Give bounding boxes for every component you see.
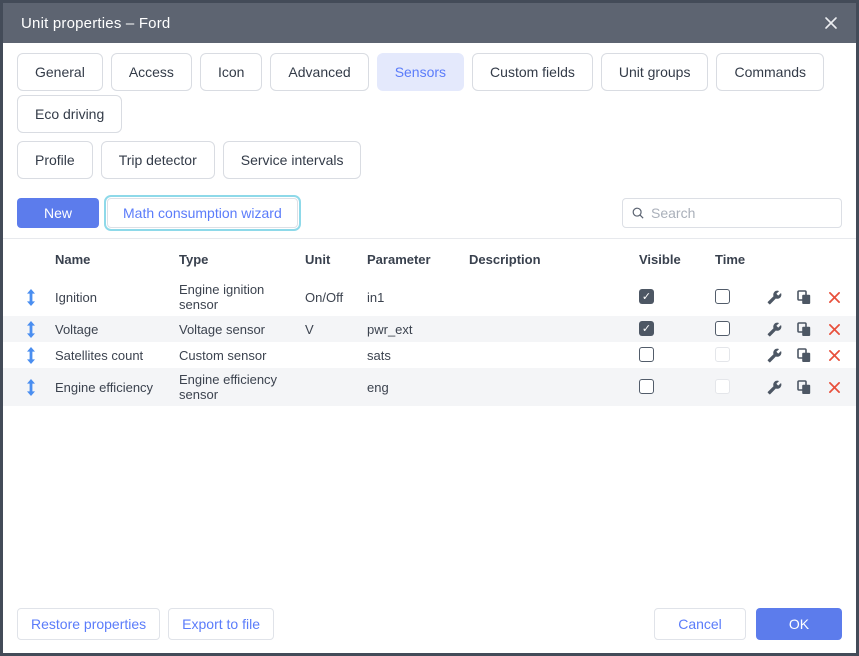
cancel-button[interactable]: Cancel	[654, 608, 746, 640]
sensor-parameter: eng	[367, 380, 469, 395]
sensor-name: Ignition	[55, 290, 179, 305]
dialog-footer: Restore properties Export to file Cancel…	[3, 598, 856, 653]
sensor-unit: On/Off	[305, 290, 367, 305]
dialog-title: Unit properties – Ford	[21, 15, 170, 32]
ok-button[interactable]: OK	[756, 608, 842, 640]
sensor-parameter: pwr_ext	[367, 322, 469, 337]
tab-service-intervals[interactable]: Service intervals	[223, 141, 362, 179]
copy-icon	[797, 322, 811, 337]
delete-x-icon	[829, 324, 840, 335]
sensor-name: Satellites count	[55, 348, 179, 363]
sensor-parameter: in1	[367, 290, 469, 305]
wrench-icon	[767, 290, 782, 305]
sensor-type: Voltage sensor	[179, 322, 305, 337]
header-unit: Unit	[305, 252, 367, 267]
time-checkbox[interactable]	[715, 379, 730, 394]
wrench-icon	[767, 348, 782, 363]
delete-sensor-button[interactable]	[819, 382, 850, 393]
edit-sensor-button[interactable]	[759, 348, 789, 363]
drag-arrows-icon	[26, 321, 36, 338]
titlebar: Unit properties – Ford	[3, 3, 856, 43]
sensor-type: Engine efficiency sensor	[179, 372, 305, 402]
time-checkbox[interactable]	[715, 347, 730, 362]
visible-checkbox[interactable]	[639, 379, 654, 394]
edit-sensor-button[interactable]	[759, 290, 789, 305]
tab-profile[interactable]: Profile	[17, 141, 93, 179]
tab-unit-groups[interactable]: Unit groups	[601, 53, 709, 91]
copy-icon	[797, 380, 811, 395]
tab-commands[interactable]: Commands	[716, 53, 824, 91]
export-to-file-button[interactable]: Export to file	[168, 608, 274, 640]
wrench-icon	[767, 380, 782, 395]
tab-access[interactable]: Access	[111, 53, 192, 91]
sensor-row-voltage: Voltage Voltage sensor V pwr_ext	[3, 316, 856, 342]
math-consumption-wizard-button[interactable]: Math consumption wizard	[107, 198, 298, 228]
copy-sensor-button[interactable]	[789, 290, 819, 305]
new-sensor-button[interactable]: New	[17, 198, 99, 228]
table-header: Name Type Unit Parameter Description Vis…	[3, 239, 856, 278]
header-name: Name	[55, 252, 179, 267]
search-input[interactable]	[651, 205, 832, 221]
sensor-row-engine-efficiency: Engine efficiency Engine efficiency sens…	[3, 368, 856, 406]
sensor-name: Engine efficiency	[55, 380, 179, 395]
header-parameter: Parameter	[367, 252, 469, 267]
search-icon	[632, 206, 644, 220]
empty-area	[3, 406, 856, 598]
delete-x-icon	[829, 292, 840, 303]
sensor-row-satellites-count: Satellites count Custom sensor sats	[3, 342, 856, 368]
tab-custom-fields[interactable]: Custom fields	[472, 53, 593, 91]
sensor-type: Custom sensor	[179, 348, 305, 363]
sensor-type: Engine ignition sensor	[179, 282, 305, 312]
tab-trip-detector[interactable]: Trip detector	[101, 141, 215, 179]
sensor-row-ignition: Ignition Engine ignition sensor On/Off i…	[3, 278, 856, 316]
unit-properties-dialog: Unit properties – Ford General Access Ic…	[0, 0, 859, 656]
delete-sensor-button[interactable]	[819, 292, 850, 303]
copy-sensor-button[interactable]	[789, 322, 819, 337]
edit-sensor-button[interactable]	[759, 322, 789, 337]
drag-arrows-icon	[26, 289, 36, 306]
delete-x-icon	[829, 382, 840, 393]
visible-checkbox[interactable]	[639, 347, 654, 362]
search-box[interactable]	[622, 198, 842, 228]
delete-x-icon	[829, 350, 840, 361]
sensors-toolbar: New Math consumption wizard	[3, 189, 856, 238]
drag-arrows-icon	[26, 379, 36, 396]
drag-arrows-icon	[26, 347, 36, 364]
sensor-name: Voltage	[55, 322, 179, 337]
time-checkbox[interactable]	[715, 321, 730, 336]
drag-handle[interactable]	[17, 321, 55, 338]
header-time: Time	[699, 252, 759, 267]
copy-icon	[797, 290, 811, 305]
drag-handle[interactable]	[17, 347, 55, 364]
header-visible: Visible	[629, 252, 699, 267]
tab-bar: General Access Icon Advanced Sensors Cus…	[3, 43, 856, 189]
restore-properties-button[interactable]: Restore properties	[17, 608, 160, 640]
tab-general[interactable]: General	[17, 53, 103, 91]
visible-checkbox[interactable]	[639, 321, 654, 336]
drag-handle[interactable]	[17, 379, 55, 396]
delete-sensor-button[interactable]	[819, 324, 850, 335]
copy-sensor-button[interactable]	[789, 348, 819, 363]
copy-sensor-button[interactable]	[789, 380, 819, 395]
delete-sensor-button[interactable]	[819, 350, 850, 361]
copy-icon	[797, 348, 811, 363]
header-description: Description	[469, 252, 629, 267]
edit-sensor-button[interactable]	[759, 380, 789, 395]
wrench-icon	[767, 322, 782, 337]
tab-icon[interactable]: Icon	[200, 53, 262, 91]
tab-advanced[interactable]: Advanced	[270, 53, 368, 91]
sensors-table: Name Type Unit Parameter Description Vis…	[3, 239, 856, 406]
sensor-parameter: sats	[367, 348, 469, 363]
close-icon[interactable]	[824, 16, 838, 30]
tab-sensors[interactable]: Sensors	[377, 53, 464, 91]
sensor-unit: V	[305, 322, 367, 337]
tab-eco-driving[interactable]: Eco driving	[17, 95, 122, 133]
time-checkbox[interactable]	[715, 289, 730, 304]
header-type: Type	[179, 252, 305, 267]
drag-handle[interactable]	[17, 289, 55, 306]
visible-checkbox[interactable]	[639, 289, 654, 304]
